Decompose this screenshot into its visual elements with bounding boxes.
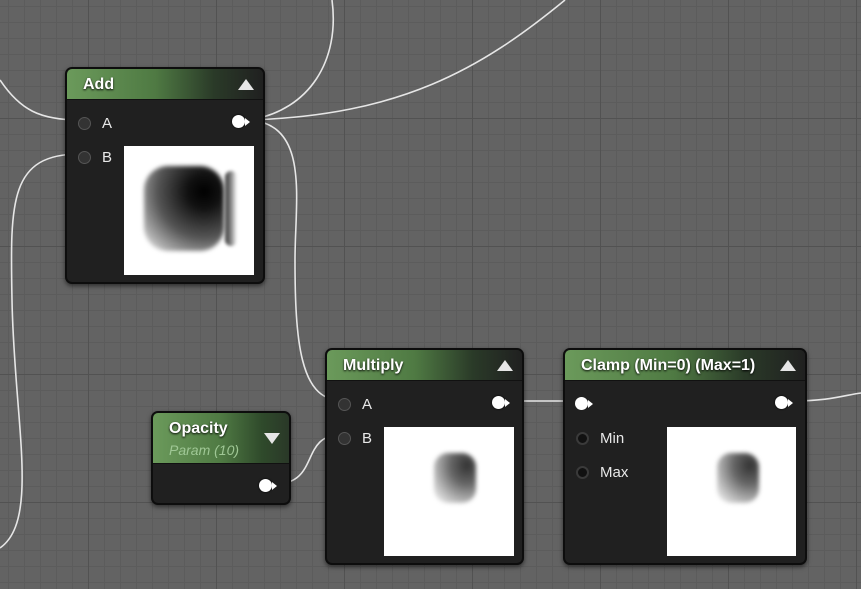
- preview-blob: [144, 166, 224, 251]
- multiply-node[interactable]: Multiply A B: [325, 348, 524, 565]
- add-preview-thumbnail: [124, 146, 254, 275]
- multiply-input-b-label: B: [362, 430, 373, 447]
- input-pin-icon[interactable]: [576, 466, 589, 479]
- preview-blob: [434, 453, 476, 503]
- add-output-pin-icon[interactable]: [232, 115, 250, 128]
- clamp-node[interactable]: Clamp (Min=0) (Max=1) Min Max: [563, 348, 807, 565]
- collapse-down-icon[interactable]: [264, 433, 280, 444]
- add-input-b-label: B: [102, 149, 113, 166]
- opacity-output-pin-icon[interactable]: [259, 479, 277, 492]
- multiply-node-header[interactable]: Multiply: [327, 350, 522, 381]
- collapse-up-icon[interactable]: [780, 360, 796, 371]
- collapse-up-icon[interactable]: [238, 79, 254, 90]
- wire-add-out-to-top-right: [249, 0, 566, 121]
- multiply-preview-thumbnail: [384, 427, 514, 556]
- clamp-node-header[interactable]: Clamp (Min=0) (Max=1): [565, 350, 805, 381]
- add-node-header[interactable]: Add: [67, 69, 263, 100]
- opacity-node-title: Opacity: [169, 420, 228, 437]
- opacity-param-node[interactable]: Opacity Param (10): [151, 411, 291, 505]
- clamp-output-pin-icon[interactable]: [775, 396, 793, 409]
- opacity-node-header[interactable]: Opacity Param (10): [153, 413, 289, 464]
- collapse-up-icon[interactable]: [497, 360, 513, 371]
- clamp-input-min-label: Min: [600, 430, 625, 447]
- input-pin-icon[interactable]: [338, 432, 351, 445]
- clamp-node-title: Clamp (Min=0) (Max=1): [581, 357, 756, 374]
- clamp-input-max-label: Max: [600, 464, 629, 481]
- preview-blob: [717, 453, 759, 503]
- add-node[interactable]: Add A B: [65, 67, 265, 284]
- opacity-node-subtitle: Param (10): [169, 442, 240, 458]
- multiply-input-a-label: A: [362, 396, 373, 413]
- input-pin-icon[interactable]: [338, 398, 351, 411]
- multiply-node-title: Multiply: [343, 357, 404, 374]
- preview-blob-edge: [225, 171, 237, 246]
- add-node-title: Add: [83, 76, 115, 93]
- input-pin-icon[interactable]: [78, 151, 91, 164]
- clamp-input-pin-icon[interactable]: [575, 397, 593, 410]
- input-pin-icon[interactable]: [78, 117, 91, 130]
- add-input-a-label: A: [102, 115, 113, 132]
- multiply-output-pin-icon[interactable]: [492, 396, 510, 409]
- clamp-preview-thumbnail: [667, 427, 796, 556]
- input-pin-icon[interactable]: [576, 432, 589, 445]
